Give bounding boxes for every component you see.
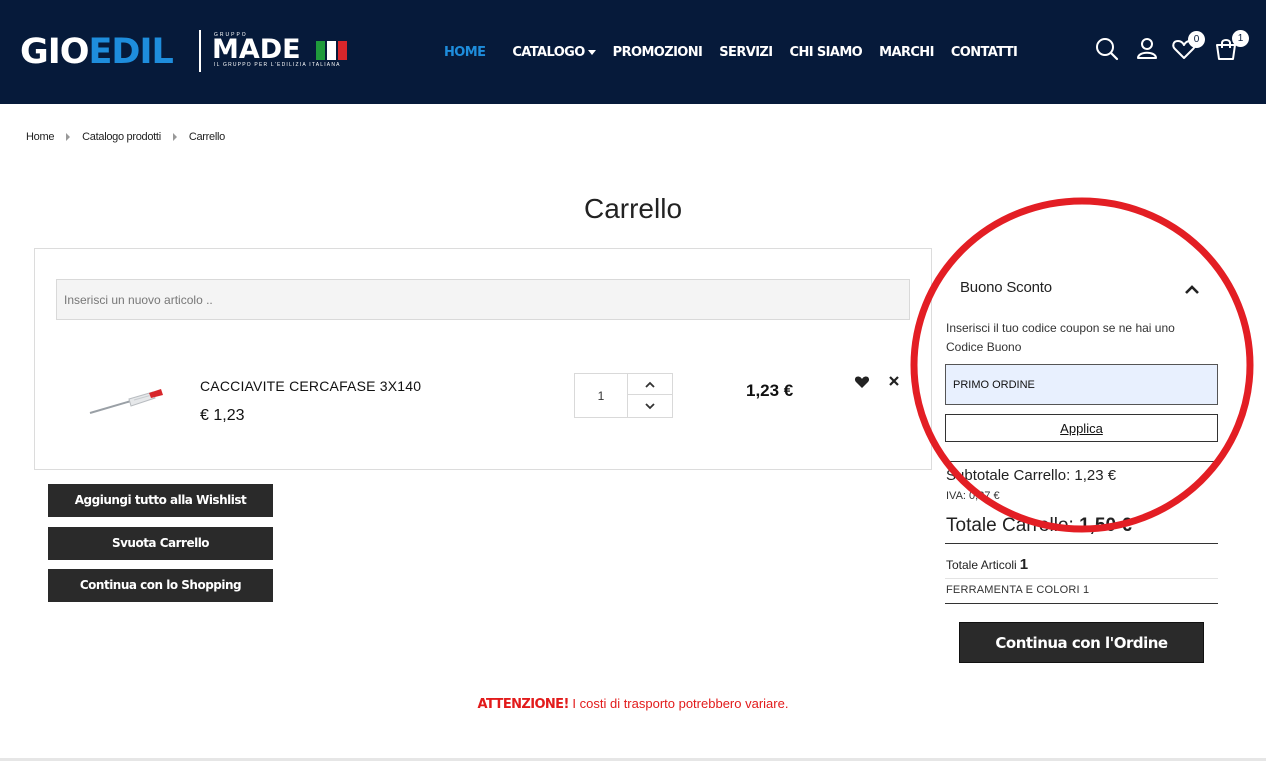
nav-home[interactable]: HOME — [444, 45, 486, 60]
breadcrumb-arrow-icon — [172, 133, 177, 141]
nav-servizi[interactable]: SERVIZI — [719, 45, 773, 60]
warning-label: ATTENZIONE! — [477, 697, 570, 712]
made-logo[interactable]: GRUPPO MADE IL GRUPPO PER L'EDILIZIA ITA… — [212, 32, 352, 72]
caret-down-icon — [587, 49, 596, 55]
quantity-input[interactable] — [575, 374, 628, 417]
quantity-increase-button[interactable] — [628, 374, 672, 395]
main-nav: HOME CATALOGO PROMOZIONI SERVIZI CHI SIA… — [444, 43, 1034, 61]
breadcrumb-carrello: Carrello — [188, 131, 225, 143]
chevron-up-icon[interactable] — [1184, 282, 1200, 296]
coupon-code-input[interactable] — [945, 364, 1218, 405]
cart-total: Totale Carrello: 1,50 € — [946, 515, 1132, 537]
nav-promozioni[interactable]: PROMOZIONI — [613, 45, 703, 60]
page-title: Carrello — [583, 193, 683, 224]
breadcrumb-arrow-icon — [66, 133, 71, 141]
cart-subtotal: Subtotale Carrello: 1,23 € — [946, 467, 1116, 484]
product-image[interactable] — [87, 379, 167, 419]
cart-count-badge: 1 — [1232, 30, 1249, 47]
product-unit-price: € 1,23 — [200, 407, 245, 424]
breadcrumb: Home Catalogo prodotti Carrello — [26, 131, 225, 143]
iva-label: IVA: — [946, 490, 966, 502]
gioedil-logo[interactable]: GIO EDIL — [20, 32, 174, 72]
category-count: FERRAMENTA E COLORI 1 — [946, 584, 1090, 596]
move-to-wishlist-heart-icon[interactable] — [854, 374, 870, 390]
summary-divider — [945, 603, 1218, 604]
add-all-to-wishlist-button[interactable]: Aggiungi tutto alla Wishlist — [48, 484, 273, 517]
empty-cart-button[interactable]: Svuota Carrello — [48, 527, 273, 560]
total-articles-value: 1 — [1019, 556, 1029, 573]
continue-shopping-button[interactable]: Continua con lo Shopping — [48, 569, 273, 602]
subtotal-value: 1,23 € — [1074, 467, 1117, 484]
continue-order-button[interactable]: Continua con l'Ordine — [959, 622, 1204, 663]
total-articles-label: Totale Articoli — [946, 558, 1017, 572]
total-value: 1,50 € — [1079, 515, 1132, 536]
italian-flag-icon — [316, 41, 348, 60]
logo-divider — [199, 30, 201, 72]
coupon-help-text: Inserisci il tuo codice coupon se ne hai… — [946, 321, 1175, 335]
subtotal-label: Subtotale Carrello: — [946, 467, 1071, 484]
summary-divider — [945, 578, 1218, 579]
user-icon[interactable] — [1134, 36, 1160, 62]
quantity-stepper — [574, 373, 673, 418]
site-header: GIO EDIL GRUPPO MADE IL GRUPPO PER L'EDIL… — [0, 0, 1266, 104]
logo-text-gio: GIO — [20, 32, 90, 72]
chevron-down-icon — [645, 403, 655, 410]
add-article-input[interactable] — [56, 279, 910, 320]
quantity-decrease-button[interactable] — [628, 396, 672, 417]
coupon-code-label: Codice Buono — [946, 340, 1022, 354]
product-name[interactable]: CACCIAVITE CERCAFASE 3X140 — [200, 378, 421, 394]
cart-items-panel: CACCIAVITE CERCAFASE 3X140 € 1,23 1,23 € — [34, 248, 932, 470]
logo-text-made: MADE — [212, 34, 301, 65]
summary-divider — [945, 543, 1218, 544]
logo-text-edil: EDIL — [88, 32, 174, 72]
cart-iva: IVA: 0,27 € — [946, 490, 1000, 502]
nav-contatti[interactable]: CONTATTI — [951, 45, 1018, 60]
search-icon[interactable] — [1094, 36, 1120, 62]
total-articles: Totale Articoli 1 — [946, 556, 1028, 573]
remove-item-close-icon[interactable] — [887, 374, 901, 388]
apply-coupon-button[interactable]: Applica — [945, 414, 1218, 442]
chevron-up-icon — [645, 381, 655, 388]
nav-catalogo-label: CATALOGO — [512, 44, 585, 60]
shipping-warning: ATTENZIONE! I costi di trasporto potrebb… — [0, 696, 1266, 712]
nav-catalogo[interactable]: CATALOGO — [512, 44, 596, 60]
breadcrumb-catalogo[interactable]: Catalogo prodotti — [82, 131, 161, 143]
nav-chi-siamo[interactable]: CHI SIAMO — [790, 45, 863, 60]
wishlist-count-badge: 0 — [1188, 31, 1205, 48]
breadcrumb-home[interactable]: Home — [26, 131, 54, 143]
row-total-price: 1,23 € — [746, 381, 794, 400]
logo-tagline: IL GRUPPO PER L'EDILIZIA ITALIANA — [214, 62, 341, 68]
nav-marchi[interactable]: MARCHI — [879, 45, 934, 60]
summary-divider — [945, 461, 1218, 462]
coupon-section-title[interactable]: Buono Sconto — [960, 279, 1052, 296]
warning-text: I costi di trasporto potrebbero variare. — [568, 696, 789, 711]
iva-value: 0,27 € — [969, 490, 1000, 502]
total-label: Totale Carrello: — [946, 515, 1074, 536]
